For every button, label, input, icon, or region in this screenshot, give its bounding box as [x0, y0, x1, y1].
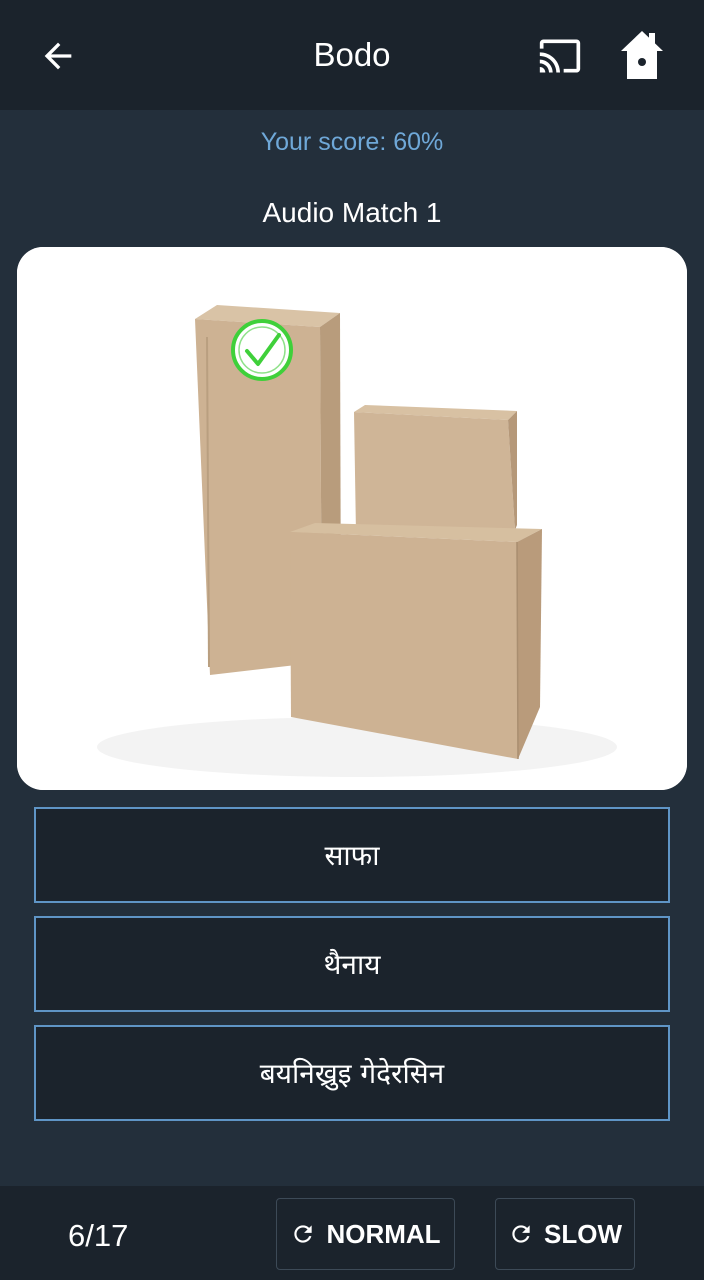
play-slow-label: SLOW	[544, 1218, 622, 1249]
play-normal-label: NORMAL	[326, 1218, 441, 1249]
cast-button[interactable]	[534, 32, 586, 80]
play-slow-button[interactable]: SLOW	[495, 1198, 635, 1270]
refresh-icon	[508, 1221, 534, 1247]
answer-option-1[interactable]: साफा	[34, 807, 670, 903]
app-title: Bodo	[313, 36, 391, 73]
home-icon	[621, 31, 663, 79]
quiz-image-card[interactable]	[17, 247, 687, 790]
refresh-icon	[290, 1221, 316, 1247]
score-text: Your score: 60%	[260, 128, 444, 156]
cardboard-boxes-image	[17, 247, 687, 790]
answer-option-2[interactable]: थैनाय	[34, 916, 670, 1012]
quiz-title: Audio Match 1	[262, 197, 442, 228]
cast-icon	[539, 39, 581, 73]
check-circle-icon	[231, 319, 293, 381]
question-counter: 6/17	[68, 1218, 129, 1253]
bottom-bar: 6/17 NORMAL SLOW	[0, 1186, 704, 1280]
home-button[interactable]	[614, 26, 670, 84]
play-normal-button[interactable]: NORMAL	[276, 1198, 455, 1270]
app-bar: Bodo	[0, 0, 704, 110]
answer-option-3[interactable]: बयनिख्रुइ गेदेरसिन	[34, 1025, 670, 1121]
answer-list: साफा थैनाय बयनिख्रुइ गेदेरसिन	[34, 807, 670, 1134]
